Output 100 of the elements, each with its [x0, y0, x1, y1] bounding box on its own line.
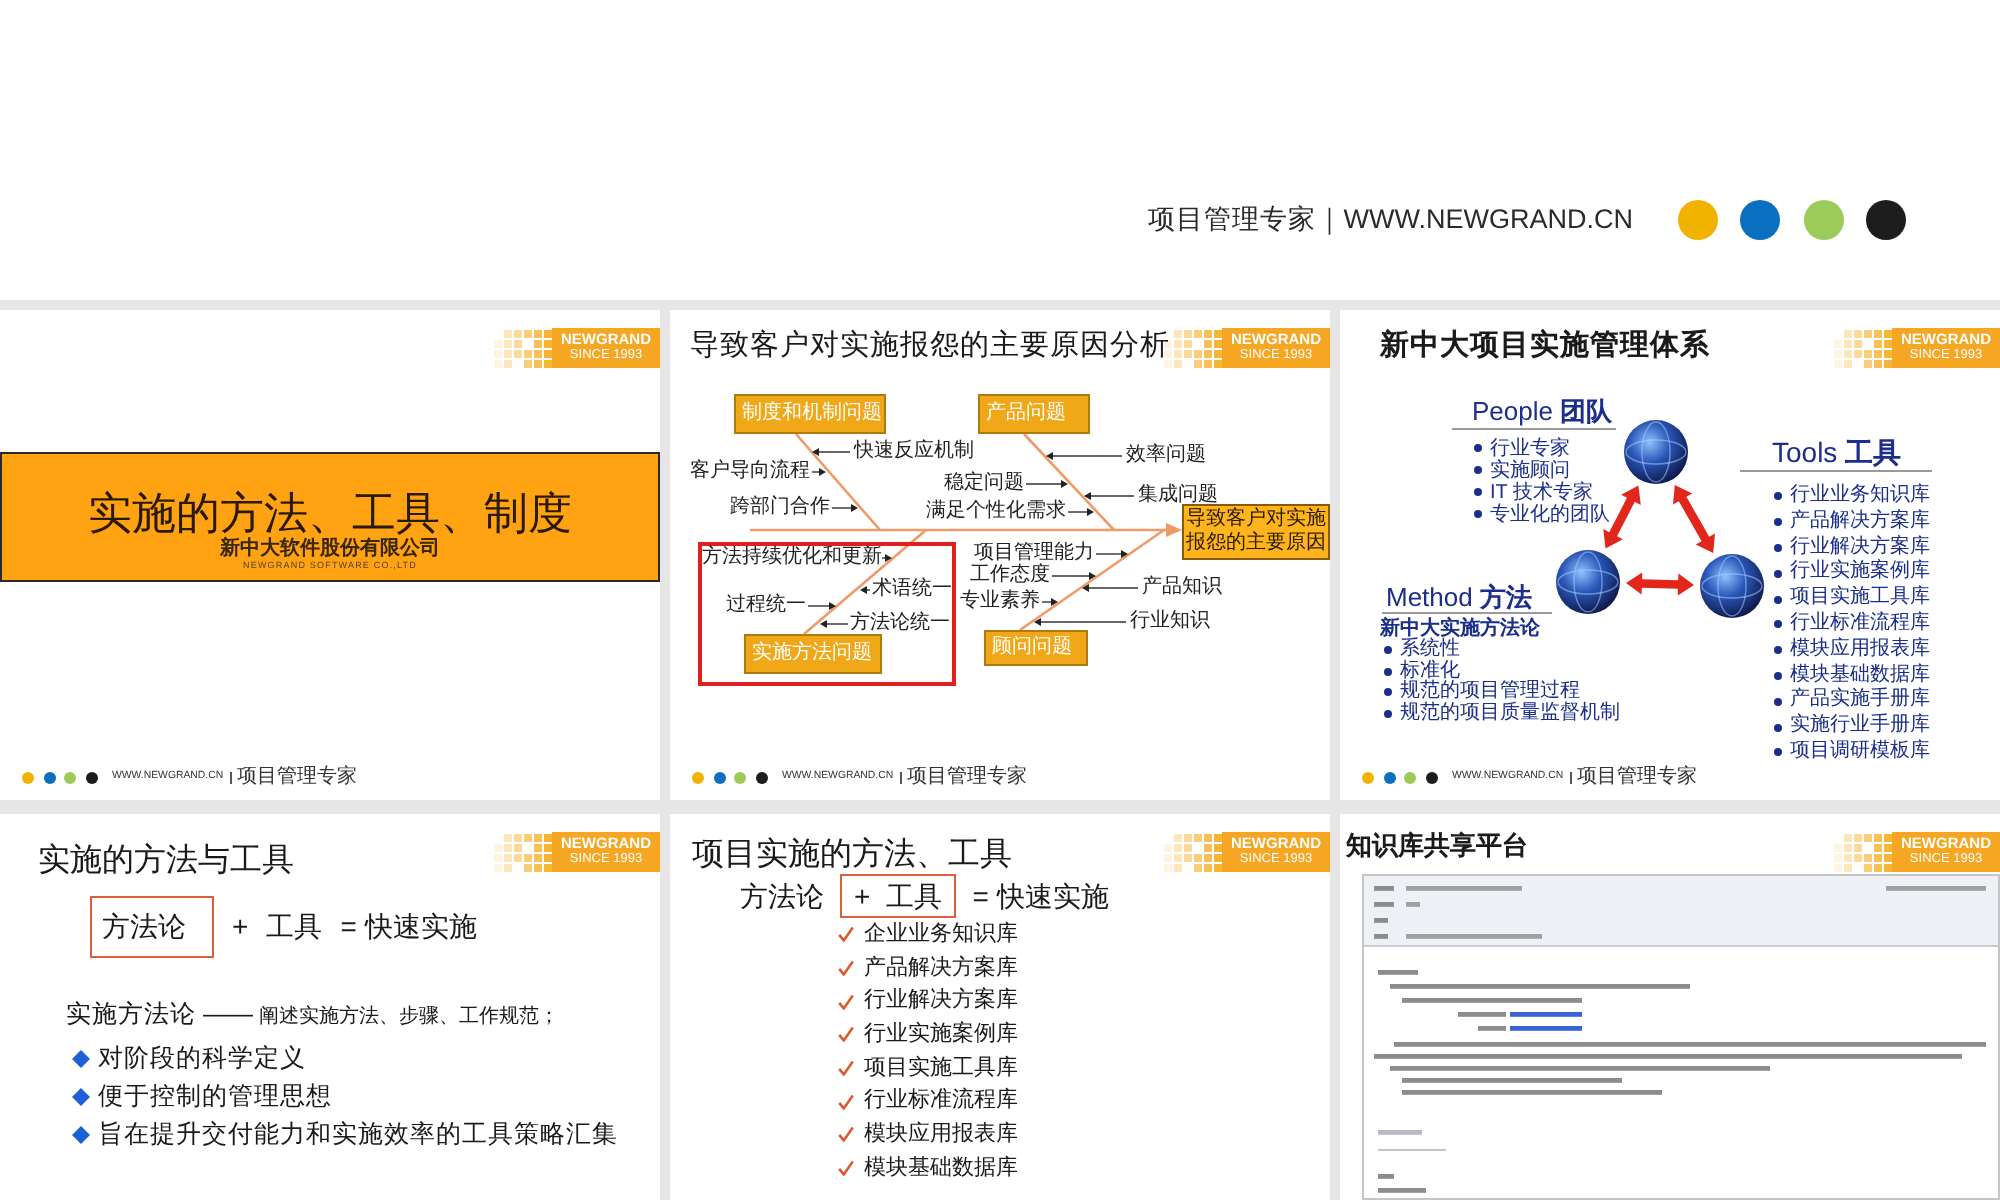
slide-title: 导致客户对实施报怨的主要原因分析 [690, 327, 1170, 366]
section-heading: Tools 工具 [1740, 436, 1932, 472]
diamond-bullet-icon [72, 1088, 90, 1106]
point-text: 旨在提升交付能力和实施效率的工具策略汇集 [98, 1118, 618, 1152]
bullet-icon [1774, 620, 1782, 629]
bullet-icon [1474, 466, 1482, 474]
list-item-text: 实施顾问 [1490, 459, 1570, 481]
definition-term: 实施方法论 —— [66, 998, 253, 1030]
slide-title: 项目实施的方法、工具 [692, 838, 1012, 874]
list-item-text: 实施行业手册库 [1790, 714, 1930, 739]
list-item-text: 行业标准流程库 [864, 1085, 1018, 1117]
factor-arrow [881, 554, 892, 562]
bullet-icon [1774, 748, 1782, 757]
bullet-icon [1384, 688, 1392, 697]
list-item-text: 行业解决方案库 [864, 985, 1018, 1017]
factor-label: 方法论统一 [850, 612, 950, 636]
bullet-icon [1774, 595, 1782, 604]
list-item-text: 行业解决方案库 [1790, 535, 1930, 559]
diamond-bullet-icon [72, 1126, 90, 1144]
globe-icon [1556, 550, 1620, 614]
slide-title: 实施的方法与工具 [38, 842, 294, 882]
factor-arrow [811, 468, 826, 476]
bullet-icon [1474, 488, 1482, 496]
factor-label: 稳定问题 [944, 472, 1024, 496]
pixel-pattern-drawing [1164, 329, 1222, 367]
formula-text: = 快速实施 [972, 879, 1109, 913]
factor-arrow [1034, 618, 1127, 626]
list-item-text: 产品解决方案库 [1790, 509, 1930, 535]
bullet-icon [1384, 709, 1392, 718]
double-arrow [1626, 572, 1694, 596]
list-item-text: 项目实施工具库 [1790, 586, 1930, 611]
diamond-bullet-icon [72, 1050, 90, 1068]
factor-arrow [1025, 480, 1068, 488]
list-item-text: 标准化 [1400, 661, 1460, 681]
factor-arrow [860, 586, 871, 594]
globe-icon [1700, 554, 1764, 618]
factor-arrow [1067, 508, 1094, 516]
factor-arrow [812, 448, 851, 456]
bullet-icon [1774, 671, 1782, 680]
pixel-pattern-drawing [1834, 329, 1892, 367]
list-item-text: 模块基础数据库 [864, 1153, 1018, 1184]
slide-thumbnail[interactable] [1340, 310, 2000, 800]
formula-text: 工具 [266, 910, 323, 944]
slide-title: 知识库共享平台 [1346, 828, 1528, 864]
list-item-text: 行业实施案例库 [864, 1019, 1018, 1051]
formula-text: = 快速实施 [340, 910, 477, 944]
footer-tagline: 项目管理专家 [237, 766, 358, 788]
factor-arrow [820, 620, 849, 628]
factor-label: 方法持续优化和更新 [702, 546, 882, 570]
bullet-icon [1774, 646, 1782, 655]
list-item-text: 产品解决方案库 [864, 953, 1018, 984]
factor-label: 快速反应机制 [854, 440, 974, 464]
formula-text: 方法论 [102, 910, 186, 944]
factor-arrow [1046, 452, 1123, 460]
list-item-text: 系统性 [1400, 640, 1460, 660]
list-item-text: 行业实施案例库 [1790, 560, 1930, 585]
globe-icon [1624, 420, 1688, 484]
list-item-text: 行业专家 [1490, 437, 1570, 459]
factor-arrow [1095, 550, 1128, 558]
factor-arrow [831, 504, 858, 512]
factor-arrow [807, 602, 836, 610]
factor-label: 满足个性化需求 [926, 500, 1066, 524]
list-item-text: 模块基础数据库 [1790, 663, 1930, 687]
bullet-icon [1774, 543, 1782, 552]
list-item-text: 行业标准流程库 [1790, 611, 1930, 637]
footer-tagline: 项目管理专家 [1577, 766, 1698, 788]
section-heading: Method 方法 [1382, 582, 1552, 614]
factor-label: 效率问题 [1126, 444, 1206, 468]
factor-label: 产品知识 [1142, 576, 1222, 600]
company-name: 新中大软件股份有限公司 [220, 538, 440, 560]
point-text: 对阶段的科学定义 [98, 1042, 306, 1076]
factor-label: 客户导向流程 [690, 460, 810, 484]
bullet-icon [1474, 444, 1482, 452]
list-item-text: 企业业务知识库 [864, 919, 1018, 950]
factor-label: 集成问题 [1138, 484, 1218, 508]
cause-box: 产品问题 [978, 394, 1090, 434]
cause-box: 制度和机制问题 [734, 394, 886, 434]
factor-arrow [1051, 572, 1096, 580]
list-item-text: 项目调研模板库 [1790, 739, 1930, 766]
list-item-text: 规范的项目管理过程 [1400, 682, 1580, 702]
list-item-text: 模块应用报表库 [864, 1119, 1018, 1151]
list-item-text: 产品实施手册库 [1790, 688, 1930, 713]
factor-arrow [1082, 584, 1139, 592]
formula-text: 方法论 [740, 879, 824, 913]
factor-arrow [1041, 598, 1058, 606]
bullet-icon [1774, 697, 1782, 706]
pixel-pattern-drawing [1164, 833, 1222, 871]
bullet-icon [1474, 510, 1482, 518]
list-item-text: 行业业务知识库 [1790, 484, 1930, 509]
bullet-icon [1774, 518, 1782, 527]
factor-label: 项目管理能力 [974, 542, 1094, 564]
factor-label: 术语统一 [872, 578, 952, 602]
footer-tagline: 项目管理专家 [907, 766, 1028, 788]
bullet-icon [1384, 667, 1392, 676]
list-item-text: 规范的项目质量监督机制 [1400, 703, 1620, 724]
factor-label: 工作态度 [970, 564, 1050, 588]
banner-title: 实施的方法、工具、制度 [88, 488, 572, 538]
effect-box: 导致客户对实施报怨的主要原因 [1182, 504, 1330, 560]
pixel-pattern-drawing [494, 833, 552, 871]
list-item-text: 项目实施工具库 [864, 1053, 1018, 1084]
